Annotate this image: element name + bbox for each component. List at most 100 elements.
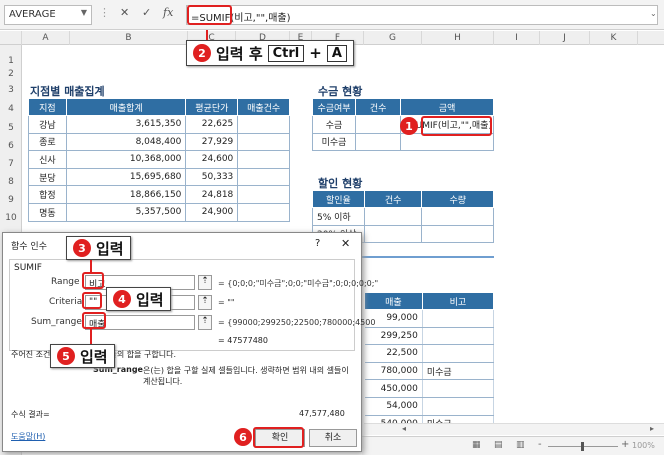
expand-icon[interactable]: ⌄ (650, 9, 657, 18)
cell[interactable] (354, 132, 402, 152)
formula-input[interactable]: =SUMIF(비고,"",매출) (186, 5, 658, 25)
cell[interactable]: 10,368,000 (65, 150, 187, 169)
step-2-badge: 2 (193, 44, 211, 62)
help-icon[interactable]: ? (315, 238, 320, 249)
table-row: 종로 8,048,400 27,929 (28, 132, 290, 152)
cell[interactable]: 수금 (312, 115, 356, 134)
horizontal-scrollbar[interactable]: ◂ ▸ (364, 423, 664, 435)
row-header-1[interactable]: 1 (0, 56, 22, 66)
cell[interactable]: 합정 (28, 185, 67, 204)
collapse-icon[interactable]: ⇡ (198, 275, 212, 290)
cell[interactable] (421, 224, 494, 244)
step-3-callout: 3 입력 (66, 236, 131, 260)
cell[interactable] (422, 309, 495, 328)
check-icon[interactable]: ✓ (142, 6, 151, 19)
cell[interactable]: 22,500 (364, 344, 423, 363)
cell[interactable] (237, 150, 290, 169)
cell[interactable]: 5% 이하 (312, 207, 365, 226)
cell[interactable] (237, 132, 290, 152)
row-header-8[interactable]: 8 (0, 177, 22, 187)
cell[interactable] (422, 396, 495, 416)
cancel-icon[interactable]: ✕ (120, 6, 129, 19)
close-icon[interactable]: ✕ (341, 237, 350, 250)
sum-range-result: = {99000;299250;22500;780000;4500 (218, 318, 376, 327)
cell[interactable] (421, 207, 494, 226)
cell[interactable]: 18,866,150 (65, 185, 187, 204)
help-link[interactable]: 도움말(H) (11, 431, 45, 442)
cell[interactable]: 22,625 (185, 115, 239, 134)
fx-icon[interactable]: fx (163, 6, 173, 19)
row-header-6[interactable]: 6 (0, 141, 22, 151)
cell[interactable]: 27,929 (185, 132, 239, 152)
cell[interactable] (237, 115, 290, 134)
cell[interactable]: 미수금 (422, 361, 495, 381)
scroll-left-icon[interactable]: ◂ (402, 424, 406, 433)
cell[interactable]: 450,000 (364, 379, 423, 398)
scroll-right-icon[interactable]: ▸ (650, 424, 654, 433)
page-layout-icon[interactable]: ▤ (494, 440, 503, 450)
cell[interactable]: 54,000 (364, 396, 423, 416)
active-cell-highlight (421, 116, 492, 136)
name-box[interactable]: AVERAGE ▼ (4, 5, 92, 25)
pointer-line (90, 328, 92, 344)
row-header-3[interactable]: 3 (0, 85, 22, 95)
select-all-corner[interactable] (0, 31, 22, 45)
cell[interactable] (363, 207, 423, 226)
step-4-badge: 4 (113, 290, 131, 308)
cell[interactable] (237, 202, 290, 222)
row-header-4[interactable]: 4 (0, 104, 22, 114)
cell[interactable] (422, 344, 495, 363)
step-4-text: 입력 (136, 290, 164, 309)
cell[interactable] (354, 115, 402, 134)
zoom-out-icon[interactable]: - (538, 439, 542, 450)
col-header-a[interactable]: A (22, 31, 70, 45)
zoom-level[interactable]: 100% (632, 441, 655, 450)
step-6-badge: 6 (234, 428, 252, 446)
header-collection-status: 수금여부 (312, 98, 356, 116)
cell[interactable]: 명동 (28, 202, 67, 222)
cell[interactable]: 분당 (28, 167, 67, 187)
cell[interactable]: 종로 (28, 132, 67, 152)
ok-button-highlight (253, 427, 304, 448)
cell[interactable]: 50,333 (185, 167, 239, 187)
col-header-k[interactable]: K (590, 31, 638, 45)
page-break-icon[interactable]: ▥ (516, 440, 525, 450)
zoom-in-icon[interactable]: + (621, 439, 629, 450)
cell[interactable]: 24,900 (185, 202, 239, 222)
cell[interactable] (237, 167, 290, 187)
step-2-text: 입력 후 (216, 44, 263, 63)
row-header-10[interactable]: 10 (0, 213, 22, 223)
col-header-j[interactable]: J (540, 31, 590, 45)
cell[interactable]: 24,818 (185, 185, 239, 204)
collapse-icon[interactable]: ⇡ (198, 315, 212, 330)
cell[interactable] (237, 185, 290, 204)
cell[interactable]: 5,357,500 (65, 202, 187, 222)
cell[interactable]: 미수금 (312, 132, 356, 152)
cell[interactable]: 8,048,400 (65, 132, 187, 152)
col-header-b[interactable]: B (70, 31, 188, 45)
step-2-callout: 2 입력 후 Ctrl + A (186, 40, 354, 66)
cell[interactable]: 3,615,350 (65, 115, 187, 134)
row-header-2[interactable]: 2 (0, 69, 22, 79)
row-header-5[interactable]: 5 (0, 123, 22, 133)
cancel-button[interactable]: 취소 (309, 429, 357, 447)
cell[interactable]: 신사 (28, 150, 67, 169)
row-header-9[interactable]: 9 (0, 195, 22, 205)
zoom-slider-thumb[interactable] (581, 442, 584, 451)
collapse-icon[interactable]: ⇡ (198, 295, 212, 310)
cell[interactable]: 24,600 (185, 150, 239, 169)
row-header-7[interactable]: 7 (0, 159, 22, 169)
cell[interactable]: 15,695,680 (65, 167, 187, 187)
cell[interactable] (422, 379, 495, 398)
col-header-h[interactable]: H (422, 31, 494, 45)
normal-view-icon[interactable]: ▦ (472, 440, 481, 450)
cell[interactable] (363, 224, 423, 244)
col-header-i[interactable]: I (494, 31, 540, 45)
cell[interactable]: 780,000 (364, 361, 423, 381)
chevron-down-icon[interactable]: ▼ (81, 8, 87, 17)
step-3-badge: 3 (73, 239, 91, 257)
cell[interactable] (422, 326, 495, 346)
cell[interactable]: 강남 (28, 115, 67, 134)
col-header-g[interactable]: G (364, 31, 422, 45)
cell[interactable]: 299,250 (364, 326, 423, 346)
